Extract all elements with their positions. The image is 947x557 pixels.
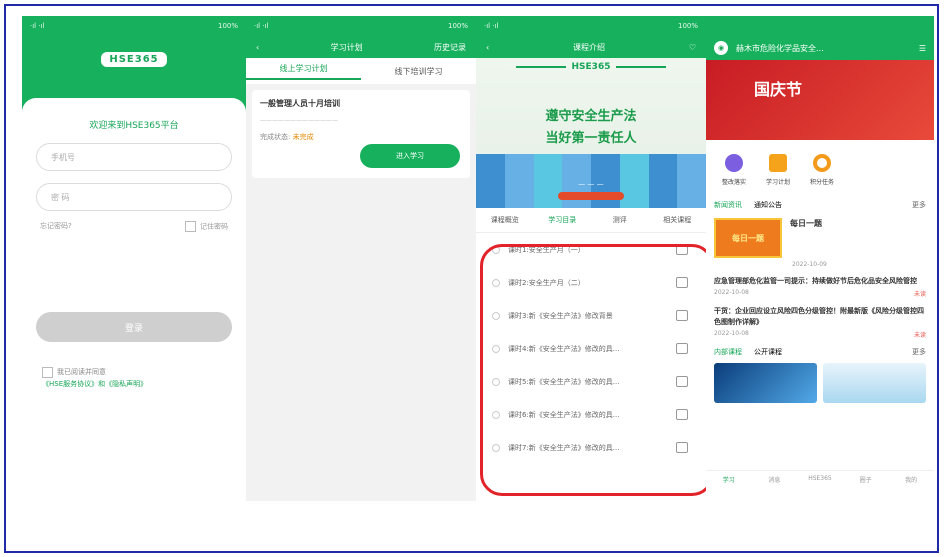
welcome-title: 欢迎来到HSE365平台 [89,121,179,131]
history-link[interactable]: 历史记录 [434,42,466,53]
bottom-nav: 学习 消息 HSE365 圈子 我的 [706,470,934,501]
more-link[interactable]: 更多 [912,200,926,210]
tab-internal-courses[interactable]: 内部课程 [714,347,742,357]
tab-overview[interactable]: 课程概览 [476,215,534,225]
highlight-circle [480,244,714,496]
banner-brand: HSE365 [476,62,706,72]
shortcut-points[interactable]: 积分任务 [802,154,842,186]
tab-related[interactable]: 相关课程 [649,215,707,225]
plan-title: 一般管理人员十月培训 [260,99,340,108]
remember-password-checkbox[interactable]: 记住密码 [185,221,228,232]
company-logo-icon: ◉ [714,41,728,55]
tab-notice[interactable]: 通知公告 [754,200,782,210]
banner-caption: — — — [578,180,604,188]
login-button[interactable]: 登录 [36,312,232,342]
shortcut-study-plan[interactable]: 学习计划 [758,154,798,186]
favorite-icon[interactable]: ♡ [689,43,696,52]
nav-messages[interactable]: 消息 [752,471,798,501]
agreement[interactable]: 我已阅读并同意 《HSE服务协议》和《隐私声明》 [42,366,226,390]
tab-online-plan[interactable]: 线上学习计划 [246,63,361,80]
news-item[interactable]: 干货：企业回应设立风险四色分级管控！附最新版《风险分级管控四色图制作详解》 [706,298,934,328]
plan-subtitle: ————————————— [260,117,338,124]
nav-me[interactable]: 我的 [888,471,934,501]
page-title: 课程介绍 [573,42,606,52]
banner-slogan: 遵守安全生产法 当好第一责任人 [545,109,637,146]
status-bar: ·ıl ·ıl 100% [30,22,238,30]
menu-icon[interactable]: ☰ [919,44,926,53]
page-title: 学习计划 [330,42,363,52]
home-screen: ◉ 赫木市危险化学品安全... ☰ 国庆节 整改落实 学习计划 积分任务 新闻资… [706,16,934,501]
app-logo: HSE365 [101,52,167,67]
course-banner: HSE365 遵守安全生产法 当好第一责任人 — — — [476,58,706,208]
plan-status: 完成状态: 未完成 [260,133,314,141]
status-bar: ·ıl ·ıl 100% [254,22,468,30]
nav-hse365[interactable]: HSE365 [797,471,843,501]
tab-test[interactable]: 测评 [591,215,649,225]
tab-news[interactable]: 新闻资讯 [714,200,742,210]
course-card[interactable] [714,363,817,403]
news-item[interactable]: 应急管理部危化监管一司提示：持续做好节后危化品安全风险管控 [706,268,934,287]
status-bar: ·ıl ·ıl 100% [484,22,698,30]
daily-date: 2022-10-09 [792,261,827,268]
nav-circle[interactable]: 圈子 [843,471,889,501]
more-courses-link[interactable]: 更多 [912,347,926,357]
back-icon[interactable]: ‹ [486,43,489,52]
login-screen: ·ıl ·ıl 100% HSE365 欢迎来到HSE365平台 手机号 密 码 … [22,16,246,501]
agreement-links[interactable]: 《HSE服务协议》和《隐私声明》 [42,380,147,388]
tab-catalog[interactable]: 学习目录 [534,215,592,225]
tab-offline-training[interactable]: 线下培训学习 [361,66,476,77]
tab-public-courses[interactable]: 公开课程 [754,347,782,357]
daily-thumb: 每日一题 [714,218,782,258]
daily-question-item[interactable]: 每日一题 每日一题 [706,210,934,258]
forgot-password-link[interactable]: 忘记密码? [40,221,72,232]
company-name[interactable]: 赫木市危险化学品安全... [736,43,919,54]
phone-input[interactable]: 手机号 [36,143,232,171]
shortcut-rectify[interactable]: 整改落实 [714,154,754,186]
enter-study-button[interactable]: 进入学习 [360,144,460,168]
study-plan-screen: ·ıl ·ıl 100% ‹ 学习计划 历史记录 线上学习计划 线下培训学习 一般… [246,16,476,501]
banner-badge [558,192,624,200]
password-input[interactable]: 密 码 [36,183,232,211]
plan-card[interactable]: 一般管理人员十月培训 ————————————— 完成状态: 未完成 进入学习 [252,90,470,178]
nav-study[interactable]: 学习 [706,471,752,501]
course-card[interactable] [823,363,926,403]
festival-banner[interactable]: 国庆节 [706,60,934,140]
back-icon[interactable]: ‹ [256,43,259,52]
login-card: 欢迎来到HSE365平台 手机号 密 码 忘记密码? 记住密码 登录 我已阅读并… [22,98,246,501]
